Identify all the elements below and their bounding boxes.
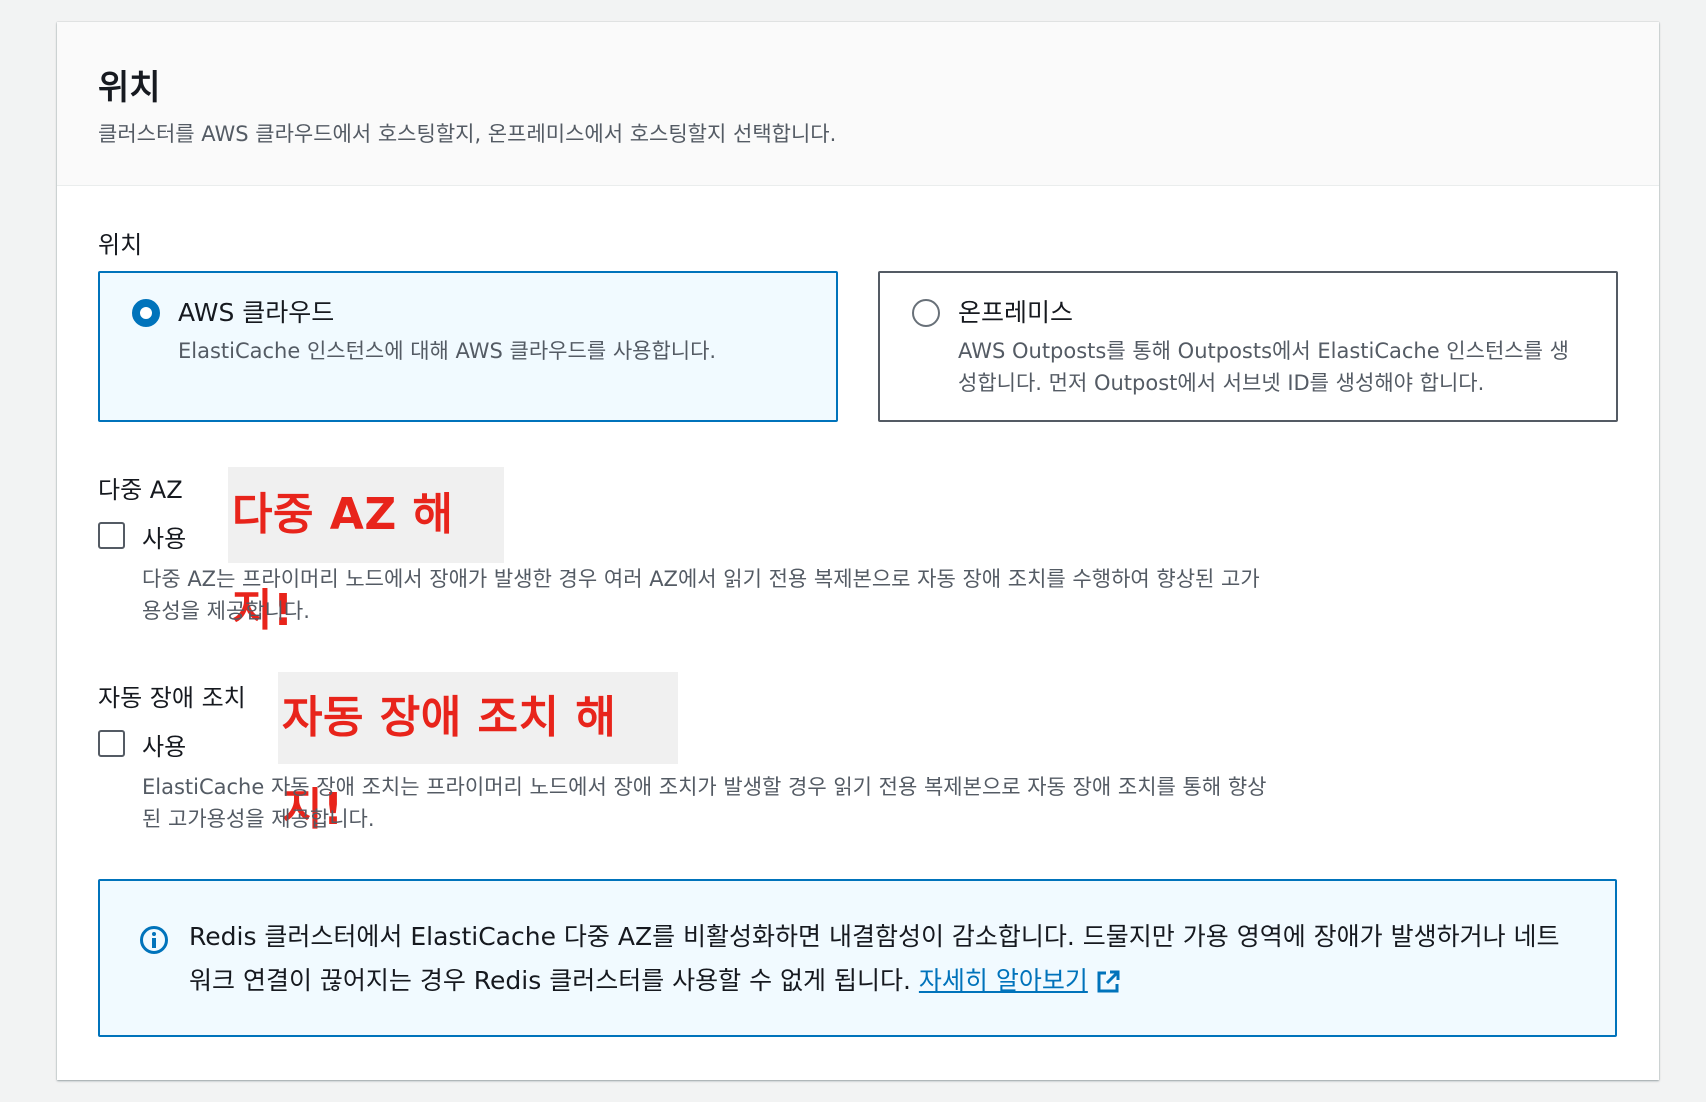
radio-button-aws-cloud[interactable] (132, 299, 160, 327)
auto-failover-checkbox-label[interactable]: 사용 (142, 727, 186, 762)
auto-failover-annotation: 자동 장애 조치 해지! (278, 672, 678, 835)
panel-header: 위치 클러스터를 AWS 클라우드에서 호스팅할지, 온프레미스에서 호스팅할지… (57, 22, 1659, 186)
radio-tile-description: AWS Outposts를 통해 Outposts에서 ElastiCache … (958, 339, 1569, 395)
multi-az-annotation: 다중 AZ 해지! (228, 467, 504, 636)
alert-text: Redis 클러스터에서 ElastiCache 다중 AZ를 비활성화하면 내… (189, 922, 1560, 995)
learn-more-link[interactable]: 자세히 알아보기 (919, 966, 1088, 995)
auto-failover-checkbox[interactable] (98, 730, 125, 757)
radio-tile-label: 온프레미스 (958, 298, 1074, 327)
auto-failover-label: 자동 장애 조치 (98, 684, 246, 712)
multi-az-checkbox-label[interactable]: 사용 (142, 519, 186, 554)
multi-az-description: 다중 AZ는 프라이머리 노드에서 장애가 발생한 경우 여러 AZ에서 읽기 … (142, 567, 1260, 623)
radio-tile-label: AWS 클라우드 (178, 298, 335, 327)
external-link-icon[interactable] (1094, 968, 1122, 996)
multi-az-label: 다중 AZ (98, 476, 183, 504)
radio-tile-aws-cloud[interactable]: AWS 클라우드 ElastiCache 인스턴스에 대해 AWS 클라우드를 … (98, 271, 838, 422)
alert-message: Redis 클러스터에서 ElastiCache 다중 AZ를 비활성화하면 내… (189, 915, 1575, 1003)
radio-tile-on-premises[interactable]: 온프레미스 AWS Outposts를 통해 Outposts에서 Elasti… (878, 271, 1618, 422)
panel-description: 클러스터를 AWS 클라우드에서 호스팅할지, 온프레미스에서 호스팅할지 선택… (98, 122, 837, 146)
panel-title: 위치 (98, 68, 161, 108)
multi-az-checkbox[interactable] (98, 522, 125, 549)
info-alert: Redis 클러스터에서 ElastiCache 다중 AZ를 비활성화하면 내… (98, 879, 1617, 1037)
radio-button-on-premises[interactable] (912, 299, 940, 327)
radio-tile-description: ElastiCache 인스턴스에 대해 AWS 클라우드를 사용합니다. (178, 339, 717, 363)
location-field-label: 위치 (98, 231, 143, 259)
location-panel: 위치 클러스터를 AWS 클라우드에서 호스팅할지, 온프레미스에서 호스팅할지… (57, 22, 1659, 1080)
info-icon (140, 926, 168, 954)
auto-failover-description: ElastiCache 자동 장애 조치는 프라이머리 노드에서 장애 조치가 … (142, 775, 1267, 831)
